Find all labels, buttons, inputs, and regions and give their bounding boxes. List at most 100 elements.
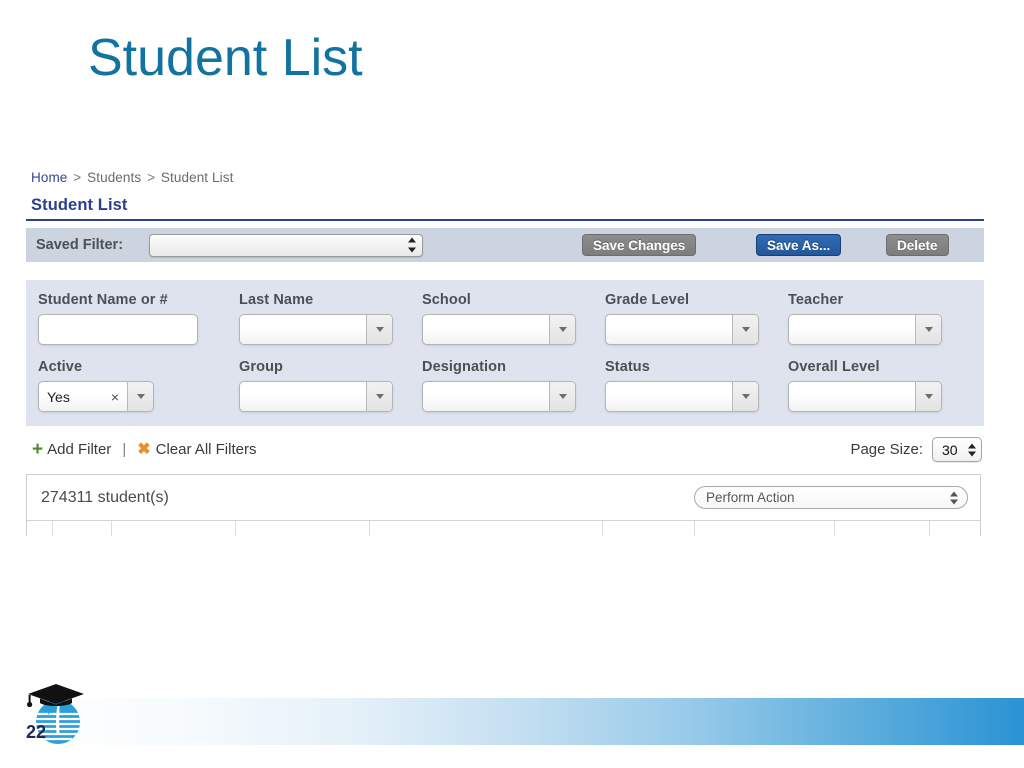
teacher-combo[interactable] xyxy=(788,314,942,345)
filter-student-name: Student Name or # xyxy=(26,292,239,345)
chevron-down-icon[interactable] xyxy=(732,315,758,344)
filter-panel: Student Name or # Last Name School Grade… xyxy=(26,280,984,426)
filter-school: School xyxy=(422,292,605,345)
stepper-arrows-icon xyxy=(968,443,976,456)
page-title-underline xyxy=(26,219,984,221)
saved-filter-select[interactable] xyxy=(149,233,424,257)
perform-action-value: Perform Action xyxy=(706,490,795,505)
table-column-divider xyxy=(835,521,930,536)
clear-value-icon[interactable]: × xyxy=(111,382,127,411)
filter-group: Group xyxy=(239,359,422,412)
slide-title: Student List xyxy=(88,29,363,87)
filter-label-school: School xyxy=(422,292,471,308)
grade-level-combo[interactable] xyxy=(605,314,759,345)
active-combo[interactable]: Yes × xyxy=(38,381,154,412)
table-column-divider xyxy=(603,521,695,536)
chevron-down-icon[interactable] xyxy=(549,315,575,344)
chevron-down-icon[interactable] xyxy=(366,315,392,344)
filter-status: Status xyxy=(605,359,788,412)
filter-designation: Designation xyxy=(422,359,605,412)
stepper-arrows-icon xyxy=(407,237,416,253)
result-count: 274311 student(s) xyxy=(41,488,169,506)
results-header: 274311 student(s) Perform Action xyxy=(27,475,980,509)
filter-row-1: Student Name or # Last Name School Grade… xyxy=(26,292,984,345)
page-size-label: Page Size: xyxy=(850,441,923,458)
designation-combo-value xyxy=(423,382,549,411)
footer-gradient-bar xyxy=(0,698,1024,745)
filter-actions-row: + Add Filter | ✖ Clear All Filters Page … xyxy=(26,437,984,462)
table-column-divider xyxy=(27,521,53,536)
grade-level-combo-value xyxy=(606,315,732,344)
chevron-down-icon[interactable] xyxy=(915,382,941,411)
filter-label-group: Group xyxy=(239,359,283,375)
filter-teacher: Teacher xyxy=(788,292,971,345)
student-name-input[interactable] xyxy=(38,314,198,345)
designation-combo[interactable] xyxy=(422,381,576,412)
app-screenshot-region: Home > Students > Student List Student L… xyxy=(26,166,988,584)
teacher-combo-value xyxy=(789,315,915,344)
filter-label-active: Active xyxy=(38,359,83,375)
chevron-down-icon[interactable] xyxy=(549,382,575,411)
page-size-select[interactable]: 30 xyxy=(932,437,982,462)
chevron-down-icon[interactable] xyxy=(366,382,392,411)
filter-label-teacher: Teacher xyxy=(788,292,844,308)
status-combo-value xyxy=(606,382,732,411)
saved-filter-label: Saved Filter: xyxy=(36,237,124,253)
page-title: Student List xyxy=(31,196,128,214)
breadcrumb: Home > Students > Student List xyxy=(26,166,988,185)
clear-all-filters-link[interactable]: Clear All Filters xyxy=(156,441,257,458)
breadcrumb-separator-2: > xyxy=(147,170,156,185)
student-name-input-value xyxy=(39,315,197,344)
page-size-control: Page Size: 30 xyxy=(850,437,984,462)
saved-filter-bar: Saved Filter: Save Changes Save As... De… xyxy=(26,228,984,262)
group-combo[interactable] xyxy=(239,381,393,412)
filter-label-status: Status xyxy=(605,359,650,375)
perform-action-select[interactable]: Perform Action xyxy=(694,486,968,509)
school-logo: 22 xyxy=(18,678,92,750)
filter-label-grade-level: Grade Level xyxy=(605,292,690,308)
table-column-divider xyxy=(236,521,370,536)
results-card: 274311 student(s) Perform Action xyxy=(26,474,981,536)
school-combo-value xyxy=(423,315,549,344)
filter-active: Active Yes × xyxy=(26,359,239,412)
delete-button[interactable]: Delete xyxy=(886,234,949,256)
filter-actions-left: + Add Filter | ✖ Clear All Filters xyxy=(32,440,256,459)
add-filter-link[interactable]: Add Filter xyxy=(47,441,111,458)
table-column-divider xyxy=(930,521,980,536)
breadcrumb-students-link[interactable]: Students xyxy=(87,170,141,185)
school-combo[interactable] xyxy=(422,314,576,345)
filter-last-name: Last Name xyxy=(239,292,422,345)
clear-x-icon: ✖ xyxy=(137,440,151,458)
active-combo-value: Yes xyxy=(47,388,70,405)
status-combo[interactable] xyxy=(605,381,759,412)
save-changes-button[interactable]: Save Changes xyxy=(582,234,697,256)
stepper-arrows-icon xyxy=(950,491,958,504)
breadcrumb-separator-1: > xyxy=(73,170,82,185)
slide-canvas: Student List Home > Students > Student L… xyxy=(0,0,1024,768)
table-column-divider xyxy=(112,521,236,536)
page-size-value: 30 xyxy=(942,441,958,458)
save-as-button[interactable]: Save As... xyxy=(756,234,842,256)
plus-icon: + xyxy=(32,439,44,460)
last-name-combo[interactable] xyxy=(239,314,393,345)
group-combo-value xyxy=(240,382,366,411)
overall-level-combo[interactable] xyxy=(788,381,942,412)
filter-label-student-name: Student Name or # xyxy=(38,292,168,308)
last-name-combo-value xyxy=(240,315,366,344)
graduation-cap-globe-logo-icon: 22 xyxy=(26,684,84,744)
table-column-divider xyxy=(370,521,603,536)
chevron-down-icon[interactable] xyxy=(732,382,758,411)
table-column-divider xyxy=(53,521,112,536)
overall-level-combo-value xyxy=(789,382,915,411)
chevron-down-icon[interactable] xyxy=(127,382,153,411)
table-column-divider xyxy=(695,521,835,536)
actions-separator: | xyxy=(122,441,127,458)
filter-label-overall-level: Overall Level xyxy=(788,359,880,375)
breadcrumb-home-link[interactable]: Home xyxy=(31,170,67,185)
filter-grade-level: Grade Level xyxy=(605,292,788,345)
breadcrumb-current: Student List xyxy=(160,170,234,185)
chevron-down-icon[interactable] xyxy=(915,315,941,344)
filter-row-2: Active Yes × Group Designation Status Ov… xyxy=(26,359,984,412)
results-table-header xyxy=(27,520,980,536)
filter-label-designation: Designation xyxy=(422,359,507,375)
